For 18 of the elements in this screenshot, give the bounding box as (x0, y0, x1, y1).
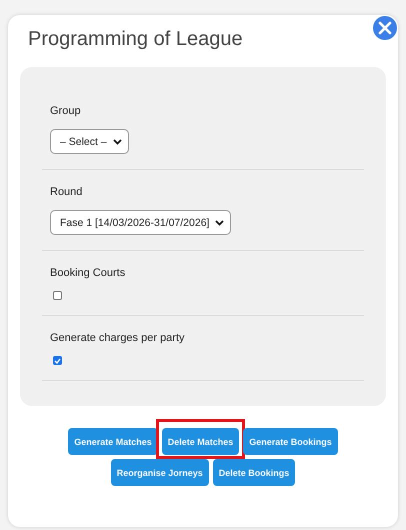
action-button[interactable]: Delete Matches (162, 428, 240, 455)
action-button[interactable]: Reorganise Jorneys (110, 459, 209, 486)
field-label: Generate charges per party (50, 332, 185, 344)
chevron-icon (112, 138, 122, 144)
checkbox[interactable] (53, 291, 62, 300)
select-field[interactable]: – Select – (50, 129, 129, 154)
checkbox[interactable] (53, 356, 62, 365)
field-label: Booking Courts (50, 267, 126, 279)
chevron-icon (215, 220, 224, 226)
close-icon (378, 21, 392, 35)
field-label: Round (50, 186, 82, 198)
field-label: Group (50, 105, 81, 117)
dialog-title: Programming of League (28, 27, 244, 52)
close-button[interactable] (373, 16, 397, 40)
action-button[interactable]: Generate Matches (68, 428, 158, 455)
action-button[interactable]: Generate Bookings (243, 428, 338, 455)
select-field[interactable]: Fase 1 [14/03/2026-31/07/2026] (50, 210, 232, 235)
action-button[interactable]: Delete Bookings (212, 459, 296, 486)
